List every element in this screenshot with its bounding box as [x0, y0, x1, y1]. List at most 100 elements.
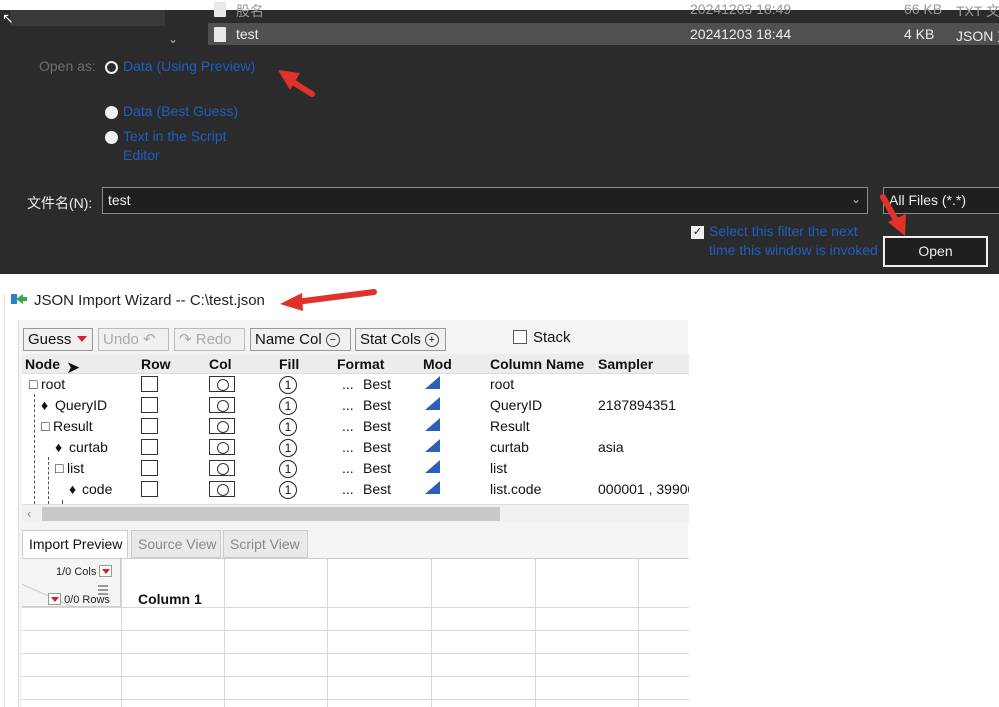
file-size: 4 KB	[904, 26, 935, 42]
format-value[interactable]: Best	[363, 481, 391, 497]
format-value[interactable]: Best	[363, 460, 391, 476]
fill-icon[interactable]: 1	[279, 376, 297, 394]
header-row[interactable]: Row	[141, 356, 171, 372]
col-toggle-icon[interactable]	[209, 439, 235, 455]
tab-import-preview[interactable]: Import Preview	[22, 530, 128, 558]
grid-line	[431, 559, 432, 707]
header-sampler[interactable]: Sampler	[598, 356, 653, 372]
column-name[interactable]: Result	[490, 418, 530, 434]
col-toggle-icon[interactable]	[209, 397, 235, 413]
format-menu[interactable]: ...	[342, 397, 354, 413]
scroll-left-icon[interactable]: ‹	[27, 506, 31, 521]
dropdown-red-icon[interactable]	[99, 565, 113, 577]
horizontal-scrollbar[interactable]: ‹	[22, 504, 689, 522]
column-name[interactable]: list	[490, 460, 507, 476]
col-toggle-icon[interactable]	[209, 481, 235, 497]
row-checkbox[interactable]	[141, 481, 158, 497]
chevron-down-icon[interactable]: ⌄	[168, 32, 178, 46]
header-mod[interactable]: Mod	[423, 356, 452, 372]
nav-pane-item[interactable]	[10, 10, 165, 26]
file-type: JSON 文	[956, 28, 999, 44]
option-text-in-script-editor[interactable]: Text in the Script Editor	[123, 127, 263, 165]
dropdown-red-icon[interactable]	[48, 593, 61, 605]
name-col-button[interactable]: Name Col −	[250, 328, 351, 351]
row-checkbox[interactable]	[141, 376, 158, 392]
stack-checkbox[interactable]	[513, 330, 527, 344]
header-node[interactable]: Node	[25, 356, 60, 372]
tree-toggle-icon[interactable]: □	[41, 418, 49, 434]
column-header[interactable]: Column 1	[138, 591, 202, 607]
col-toggle-icon[interactable]	[209, 376, 235, 392]
format-value[interactable]: Best	[363, 376, 391, 392]
cols-count[interactable]: 1/0 Cols	[56, 565, 113, 578]
option-data-using-preview[interactable]: Data (Using Preview)	[123, 57, 255, 76]
fill-icon[interactable]: 1	[279, 460, 297, 478]
format-menu[interactable]: ...	[342, 439, 354, 455]
fill-icon[interactable]: 1	[279, 397, 297, 415]
format-menu[interactable]: ...	[342, 460, 354, 476]
header-fill[interactable]: Fill	[279, 356, 299, 372]
node-grid: Node Row Col Fill Format Mod Column Name…	[22, 354, 689, 504]
tree-toggle-icon[interactable]: □	[55, 460, 63, 476]
row-checkbox[interactable]	[141, 397, 158, 413]
fill-icon[interactable]: 1	[279, 418, 297, 436]
wizard-pane: Guess Undo ↶ ↷ Redo Name Col − Stat Cols +…	[18, 320, 689, 707]
grid-row[interactable]: ♦ code 1 ... Best list.code 000001 , 399…	[22, 479, 689, 500]
dropdown-red-icon	[77, 336, 88, 342]
tab-source-view[interactable]: Source View	[131, 530, 221, 558]
undo-button[interactable]: Undo ↶	[98, 328, 169, 351]
radio-data-using-preview[interactable]	[105, 61, 118, 74]
scroll-thumb[interactable]	[42, 507, 500, 521]
modeling-type-icon[interactable]	[425, 481, 440, 494]
grid-row[interactable]: ♦ curtab 1 ... Best curtab asia	[22, 437, 689, 458]
modeling-type-icon[interactable]	[425, 460, 440, 473]
grid-row[interactable]: □ list 1 ... Best list	[22, 458, 689, 479]
format-menu[interactable]: ...	[342, 481, 354, 497]
header-col[interactable]: Col	[209, 356, 232, 372]
remember-filter-label[interactable]: Select this filter the next time this wi…	[709, 222, 879, 260]
remember-filter-checkbox[interactable]: ✓	[691, 226, 704, 239]
tab-script-view[interactable]: Script View	[223, 530, 308, 558]
fill-icon[interactable]: 1	[279, 481, 297, 499]
modeling-type-icon[interactable]	[425, 397, 440, 410]
file-row[interactable]: 股名 20241203 18:49 66 KB TXT 文	[208, 0, 999, 20]
grid-row[interactable]: □ root 1 ... Best root	[22, 374, 689, 395]
guess-button[interactable]: Guess	[23, 328, 93, 351]
node-name: root	[41, 376, 66, 392]
format-menu[interactable]: ...	[342, 376, 354, 392]
grid-row[interactable]: □ Result 1 ... Best Result	[22, 416, 689, 437]
radio-text-in-script-editor[interactable]	[105, 131, 118, 144]
modeling-type-icon[interactable]	[425, 376, 440, 389]
open-button[interactable]: Open	[883, 236, 988, 267]
file-row-selected[interactable]: test 20241203 18:44 4 KB JSON 文	[208, 23, 999, 45]
col-toggle-icon[interactable]	[209, 418, 235, 434]
chevron-down-icon[interactable]: ⌄	[851, 192, 861, 206]
header-format[interactable]: Format	[337, 356, 384, 372]
file-type-filter[interactable]: All Files (*.*)	[883, 187, 999, 214]
row-checkbox[interactable]	[141, 460, 158, 476]
fill-icon[interactable]: 1	[279, 439, 297, 457]
option-data-best-guess[interactable]: Data (Best Guess)	[123, 102, 238, 121]
row-checkbox[interactable]	[141, 418, 158, 434]
modeling-type-icon[interactable]	[425, 439, 440, 452]
leaf-icon: ♦	[41, 397, 49, 413]
modeling-type-icon[interactable]	[425, 418, 440, 431]
redo-button[interactable]: ↷ Redo	[174, 328, 245, 351]
format-value[interactable]: Best	[363, 439, 391, 455]
row-checkbox[interactable]	[141, 439, 158, 455]
column-name[interactable]: list.code	[490, 481, 541, 497]
stat-cols-button[interactable]: Stat Cols +	[355, 328, 446, 351]
tree-toggle-icon[interactable]: □	[29, 376, 37, 392]
filename-input[interactable]: test ⌄	[102, 187, 868, 214]
format-value[interactable]: Best	[363, 397, 391, 413]
file-type: TXT 文	[956, 3, 999, 19]
grid-row[interactable]: ♦ QueryID 1 ... Best QueryID 2187894351	[22, 395, 689, 416]
format-menu[interactable]: ...	[342, 418, 354, 434]
column-name[interactable]: QueryID	[490, 397, 542, 413]
header-column-name[interactable]: Column Name	[490, 356, 584, 372]
radio-data-best-guess[interactable]	[105, 106, 118, 119]
column-name[interactable]: curtab	[490, 439, 529, 455]
col-toggle-icon[interactable]	[209, 460, 235, 476]
format-value[interactable]: Best	[363, 418, 391, 434]
column-name[interactable]: root	[490, 376, 514, 392]
